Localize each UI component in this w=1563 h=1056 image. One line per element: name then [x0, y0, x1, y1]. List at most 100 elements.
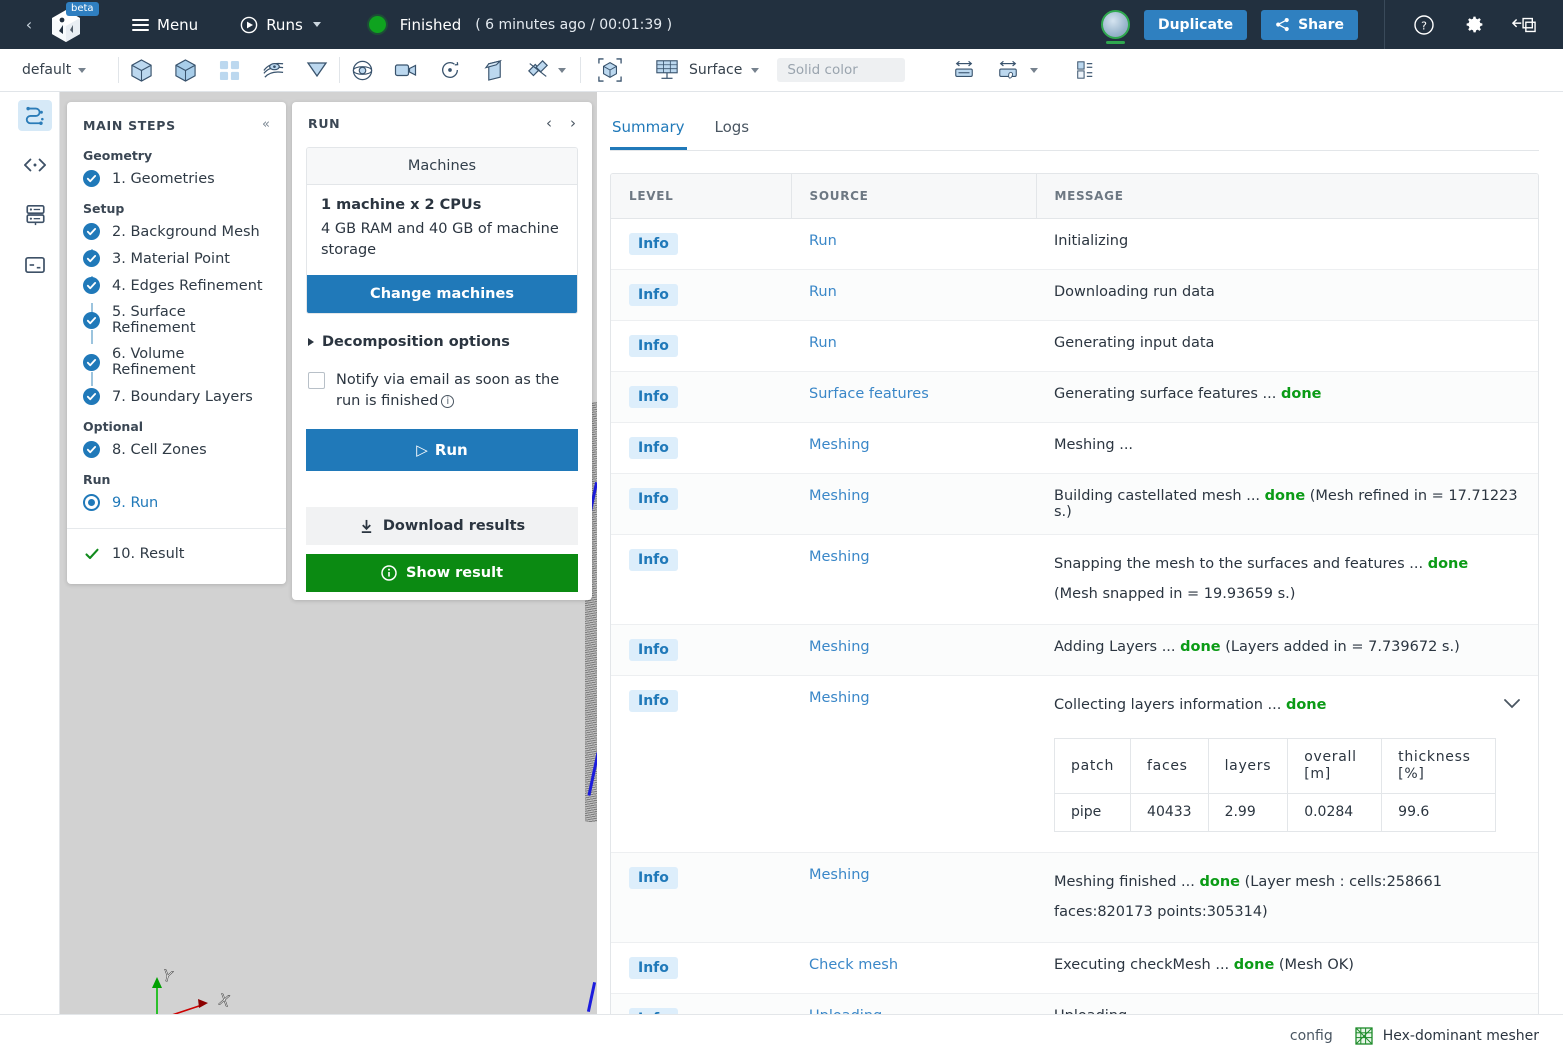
status-bar: config Hex-dominant mesher: [0, 1014, 1563, 1056]
table-row[interactable]: Info Run Initializing: [611, 218, 1538, 270]
runs-label: Runs: [266, 15, 303, 34]
run-button[interactable]: ▷ Run: [306, 429, 578, 472]
step-item-run[interactable]: 9. Run: [67, 489, 286, 516]
message-text: Generating input data: [1054, 335, 1215, 351]
layers-cell-faces: 40433: [1130, 792, 1209, 832]
slice-icon[interactable]: [521, 54, 555, 86]
table-row[interactable]: Info Meshing Collecting layers informati…: [611, 675, 1538, 853]
table-row[interactable]: Info Run Generating input data: [611, 320, 1538, 372]
hamburger-icon: [132, 16, 149, 34]
share-icon: [1276, 17, 1289, 32]
preset-dropdown[interactable]: default: [22, 62, 118, 78]
share-button[interactable]: Share: [1261, 9, 1358, 40]
rotate-icon[interactable]: [433, 54, 467, 86]
notify-checkbox[interactable]: [308, 372, 325, 390]
solid-cube-icon[interactable]: [168, 54, 202, 86]
table-row[interactable]: Info Meshing Meshing ...: [611, 422, 1538, 474]
mesher-indicator[interactable]: Hex-dominant mesher: [1355, 1026, 1539, 1045]
source-link[interactable]: Meshing: [809, 488, 870, 504]
prev-step-button[interactable]: ‹: [546, 116, 552, 131]
color-field[interactable]: Solid color: [777, 58, 906, 82]
done-flag: done: [1285, 696, 1327, 713]
table-row[interactable]: Info Meshing Adding Layers ... done (Lay…: [611, 624, 1538, 676]
step-item-cell-zones[interactable]: 8. Cell Zones: [67, 436, 286, 463]
back-chevron-icon[interactable]: ‹: [18, 15, 40, 34]
sidebar-item-server[interactable]: [18, 200, 52, 231]
message-text: Building castellated mesh ...: [1054, 488, 1265, 504]
next-step-button[interactable]: ›: [570, 116, 576, 131]
machines-card: Machines 1 machine x 2 CPUs 4 GB RAM and…: [306, 147, 578, 315]
source-link[interactable]: Meshing: [809, 437, 870, 453]
check-circle-icon: [83, 353, 100, 371]
step-item-geometries[interactable]: 1. Geometries: [67, 165, 286, 192]
step-item-material-point[interactable]: 3. Material Point: [67, 245, 286, 290]
source-link[interactable]: Meshing: [809, 549, 870, 565]
grid-icon[interactable]: [212, 54, 246, 86]
cell-level: Info: [611, 624, 791, 676]
table-row[interactable]: Info Meshing Building castellated mesh .…: [611, 473, 1538, 535]
help-button[interactable]: ?: [1407, 8, 1441, 42]
filter-funnel-icon[interactable]: [300, 54, 334, 86]
sidebar-item-workflow[interactable]: [18, 100, 52, 131]
layers-cell-layers: 2.99: [1207, 792, 1289, 832]
download-results-button[interactable]: Download results: [306, 507, 578, 546]
duplicate-button[interactable]: Duplicate: [1143, 9, 1248, 40]
source-link[interactable]: Run: [809, 233, 837, 249]
menu-label: Menu: [157, 15, 199, 34]
code-icon: [24, 158, 46, 172]
tab-logs[interactable]: Logs: [713, 110, 752, 150]
info-icon[interactable]: i: [441, 395, 455, 409]
collapse-steps-icon[interactable]: «: [262, 118, 270, 131]
decomposition-options-toggle[interactable]: Decomposition options: [308, 334, 592, 350]
sidebar-item-code[interactable]: [18, 150, 52, 181]
chevron-down-icon[interactable]: [558, 67, 566, 73]
mesh-cube-icon[interactable]: [124, 54, 158, 86]
sidebar-item-console[interactable]: [18, 249, 52, 280]
source-link[interactable]: Meshing: [809, 639, 870, 655]
table-row[interactable]: Info Check mesh Executing checkMesh ... …: [611, 942, 1538, 994]
source-link[interactable]: Meshing: [809, 690, 870, 706]
tab-summary[interactable]: Summary: [610, 110, 687, 150]
table-row[interactable]: Info Meshing Meshing finished ... done (…: [611, 852, 1538, 943]
table-row[interactable]: Info Surface features Generating surface…: [611, 371, 1538, 423]
eye-orbit-icon[interactable]: [345, 54, 379, 86]
source-link[interactable]: Run: [809, 284, 837, 300]
source-link[interactable]: Check mesh: [809, 957, 898, 973]
chevron-down-icon[interactable]: [1030, 67, 1039, 73]
change-machines-button[interactable]: Change machines: [307, 275, 577, 314]
scale-bar-dropdown-icon[interactable]: [991, 54, 1025, 86]
representation-dropdown[interactable]: Surface: [654, 58, 760, 82]
menu-button[interactable]: Menu: [128, 0, 202, 49]
table-row[interactable]: Info Run Downloading run data: [611, 269, 1538, 321]
mesh-edge-highlight: [586, 982, 597, 1012]
table-row[interactable]: Info Meshing Snapping the mesh to the su…: [611, 534, 1538, 625]
source-link[interactable]: Meshing: [809, 867, 870, 883]
main-steps-header: MAIN STEPS «: [67, 102, 286, 139]
show-result-button[interactable]: Show result: [306, 554, 578, 593]
camera-icon[interactable]: [389, 54, 423, 86]
box-icon[interactable]: [477, 54, 511, 86]
step-item-volume-refinement[interactable]: 6. Volume Refinement: [67, 341, 286, 386]
toggle-panel-button[interactable]: [1507, 8, 1541, 42]
cell-message: Generating surface features ... done: [1036, 371, 1538, 423]
step-item-background-mesh[interactable]: 2. Background Mesh: [67, 218, 286, 263]
app-logo[interactable]: beta: [40, 0, 99, 49]
done-flag: done: [1427, 556, 1469, 572]
source-link[interactable]: Run: [809, 335, 837, 351]
cell-level: Info: [611, 675, 791, 853]
layers-col-patch: patch: [1053, 738, 1132, 794]
runs-dropdown[interactable]: Runs: [236, 0, 325, 49]
contours-icon[interactable]: [256, 54, 290, 86]
config-link[interactable]: config: [1290, 1028, 1333, 1044]
step-item-edges-refinement[interactable]: 4. Edges Refinement: [67, 272, 286, 317]
selection-box-icon[interactable]: [593, 54, 627, 86]
avatar[interactable]: [1100, 10, 1130, 44]
scale-bar-icon[interactable]: [947, 54, 981, 86]
expand-row-chevron-icon[interactable]: [1504, 690, 1520, 720]
step-item-boundary-layers[interactable]: 7. Boundary Layers: [67, 383, 286, 410]
step-item-result[interactable]: 10. Result: [67, 529, 286, 578]
step-item-surface-refinement[interactable]: 5. Surface Refinement: [67, 299, 286, 344]
source-link[interactable]: Surface features: [809, 386, 929, 402]
legend-icon[interactable]: [1068, 54, 1102, 86]
settings-button[interactable]: [1457, 8, 1491, 42]
